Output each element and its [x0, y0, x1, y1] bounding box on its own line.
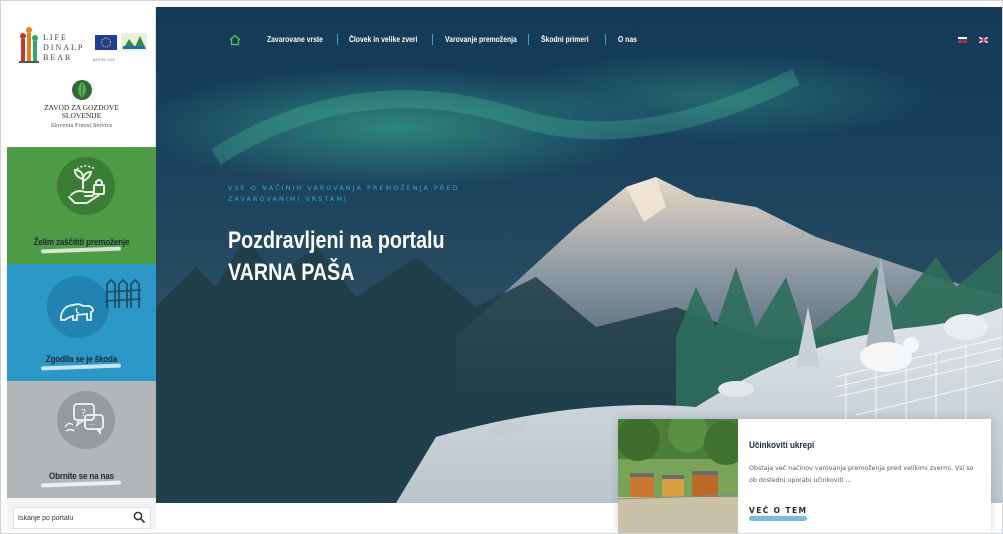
svg-text:...: ... — [89, 419, 96, 427]
logo-eu-caption: NATURA 2000 — [93, 58, 115, 62]
life-dinalp-bear-logo: LIFE DINALP BEAR NATURA 2000 — [19, 27, 147, 63]
hero-tagline: VSE O NAČINIH VAROVANJA PREMOŽENJA PRED … — [228, 184, 460, 203]
card-photo-beehives — [618, 419, 738, 533]
search-box — [13, 507, 151, 529]
search-button[interactable] — [131, 511, 146, 526]
hero-title-line1: Pozdravljeni na portalu — [228, 227, 445, 254]
sidebar: LIFE DINALP BEAR NATURA 2000 ZAVOD ZA GO… — [7, 7, 156, 529]
english-flag-icon[interactable] — [979, 37, 988, 43]
hand-plant-lock-icon — [68, 165, 105, 204]
bear-fence-icon — [60, 303, 94, 321]
nav-separator — [337, 34, 338, 45]
nav-item-about-us[interactable]: O nas — [618, 35, 637, 44]
sidebar-item-protect-property[interactable]: Želim zaščititi premoženje — [7, 147, 156, 264]
logo-life-line2: DINALP — [43, 43, 84, 52]
feature-card: Učinkoviti ukrepi Obstaja več načinov va… — [618, 419, 991, 533]
top-navigation: Zavarovane vrste Človek in velike zveri … — [156, 7, 1002, 77]
nav-separator — [528, 34, 529, 45]
nav-separator — [432, 34, 433, 45]
panel-label: Želim zaščititi premoženje — [33, 237, 130, 247]
search-input[interactable] — [18, 511, 128, 526]
read-more-link[interactable]: VEČ O TEM — [749, 506, 807, 515]
card-description: Obstaja več načinov varovanja premoženja… — [749, 465, 974, 484]
sidebar-item-contact-us[interactable]: ? ... Obrnite se na nas — [7, 381, 156, 498]
logo-life-line3: BEAR — [43, 53, 72, 62]
panel-underline — [40, 480, 122, 488]
nav-item-property-protection[interactable]: Varovanje premoženja — [445, 35, 517, 44]
nav-item-humans-and-large-carnivores[interactable]: Človek in velike zveri — [349, 35, 417, 44]
speech-bubbles-icon: ? ... — [64, 403, 104, 436]
home-icon[interactable] — [229, 34, 241, 46]
partner-logos: LIFE DINALP BEAR NATURA 2000 ZAVOD ZA GO… — [7, 7, 156, 147]
panel-circle: ? ... — [57, 391, 115, 449]
broken-fence-icon — [104, 278, 142, 308]
org-name-line2: SLOVENIJE — [61, 111, 102, 120]
panel-underline — [40, 363, 122, 371]
logo-life-line1: LIFE — [43, 33, 68, 42]
org-name-english: Slovenia Forest Service — [50, 122, 113, 129]
slovenian-flag-icon[interactable] — [958, 37, 967, 43]
hero-title: Pozdravljeni na portalu VARNA PAŠA — [228, 225, 445, 289]
panel-underline — [40, 246, 122, 254]
nav-item-protected-species[interactable]: Zavarovane vrste — [267, 35, 323, 44]
panel-circle — [47, 276, 109, 338]
zgs-logo: ZAVOD ZA GOZDOVE SLOVENIJE Slovenia Fore… — [7, 77, 156, 137]
browser-viewport: LIFE DINALP BEAR NATURA 2000 ZAVOD ZA GO… — [0, 0, 1003, 534]
card-title: Učinkoviti ukrepi — [749, 440, 815, 450]
read-more-underline — [749, 516, 807, 521]
sidebar-item-damage-occurred[interactable]: Zgodila se je škoda — [7, 264, 156, 381]
zgs-leaf-icon — [71, 80, 92, 100]
search-icon — [133, 511, 145, 523]
panel-label: Zgodila se je škoda — [45, 354, 118, 364]
panel-circle — [57, 157, 115, 215]
panel-label: Obrnite se na nas — [49, 471, 114, 481]
nav-separator — [605, 34, 606, 45]
hero-title-line2: VARNA PAŠA — [228, 259, 355, 286]
nav-item-damage-cases[interactable]: Škodni primeri — [541, 35, 589, 44]
